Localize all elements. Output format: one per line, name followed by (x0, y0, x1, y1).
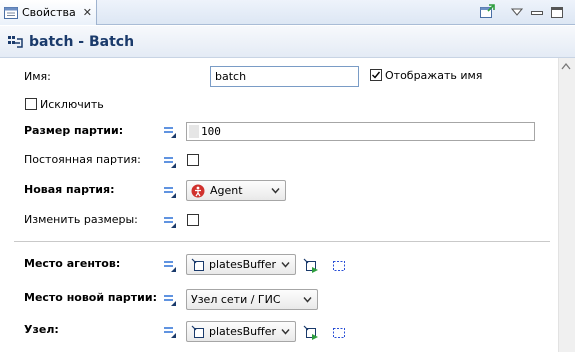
batch-size-label: Размер партии: (24, 124, 124, 137)
properties-header: batch - Batch (0, 26, 575, 58)
agent-icon (191, 184, 205, 197)
dropdown-arrow-icon (271, 188, 280, 194)
section-divider (14, 241, 550, 242)
maximize-button[interactable] (548, 3, 566, 21)
new-batch-label: Новая партия: (24, 183, 115, 196)
menu-icon (511, 8, 523, 16)
dynamic-value-icon[interactable] (163, 215, 177, 229)
node-icon (191, 258, 204, 271)
select-icon[interactable] (331, 258, 347, 274)
dynamic-value-icon[interactable] (163, 155, 177, 169)
dropdown-arrow-icon (281, 329, 290, 335)
node-label: Узел: (24, 323, 59, 336)
batch-size-field[interactable]: 100 (186, 122, 535, 141)
resize-label: Изменить размеры: (24, 213, 138, 226)
tab-label: Свойства (22, 6, 76, 19)
agent-location-select[interactable]: platesBuffer (186, 254, 296, 275)
scroll-up-icon[interactable] (561, 62, 571, 70)
maximize-icon (551, 6, 563, 18)
dropdown-arrow-icon (303, 297, 312, 303)
minimize-icon (531, 11, 543, 15)
close-icon[interactable]: ✕ (83, 6, 92, 19)
dropdown-arrow-icon (281, 262, 290, 268)
dynamic-value-icon[interactable] (163, 259, 177, 273)
name-label: Имя: (24, 70, 51, 83)
new-batch-value: Agent (210, 184, 243, 197)
toolbar-icon (480, 4, 495, 18)
dynamic-value-icon[interactable] (163, 125, 177, 139)
new-batch-select[interactable]: Agent (186, 180, 286, 201)
batch-icon (8, 35, 23, 48)
properties-icon (4, 6, 18, 19)
toolbar-button[interactable] (478, 3, 496, 21)
resize-checkbox[interactable] (187, 214, 199, 226)
tab-properties[interactable]: Свойства ✕ (0, 0, 97, 25)
vertical-scrollbar[interactable] (558, 58, 575, 352)
name-input[interactable]: batch (210, 66, 359, 87)
page-title: batch - Batch (29, 33, 135, 50)
new-batch-location-label: Место новой партии: (24, 291, 157, 304)
dynamic-value-icon[interactable] (163, 185, 177, 199)
node-select[interactable]: platesBuffer (186, 321, 296, 342)
check-icon (372, 71, 381, 79)
new-batch-location-select[interactable]: Узел сети / ГИС (186, 289, 318, 310)
exclude-label: Исключить (40, 98, 104, 111)
go-to-icon[interactable] (303, 325, 319, 341)
view-tab-bar: Свойства ✕ (0, 0, 575, 25)
go-to-icon[interactable] (303, 258, 319, 274)
minimize-button[interactable] (528, 3, 546, 21)
show-name-label: Отображать имя (385, 69, 483, 82)
agent-location-value: platesBuffer (209, 258, 276, 271)
permanent-batch-label: Постоянная партия: (24, 153, 141, 166)
node-icon (191, 325, 204, 338)
dynamic-value-icon[interactable] (163, 325, 177, 339)
permanent-batch-checkbox[interactable] (187, 154, 199, 166)
dynamic-value-icon[interactable] (163, 293, 177, 307)
new-batch-location-value: Узел сети / ГИС (191, 293, 281, 306)
show-name-checkbox[interactable] (370, 69, 382, 81)
exclude-checkbox[interactable] (25, 98, 37, 110)
agent-location-label: Место агентов: (24, 257, 121, 270)
select-icon[interactable] (331, 325, 347, 341)
view-menu-button[interactable] (508, 3, 526, 21)
node-value: platesBuffer (209, 325, 276, 338)
field-gutter (189, 125, 199, 138)
batch-size-value: 100 (201, 125, 221, 138)
